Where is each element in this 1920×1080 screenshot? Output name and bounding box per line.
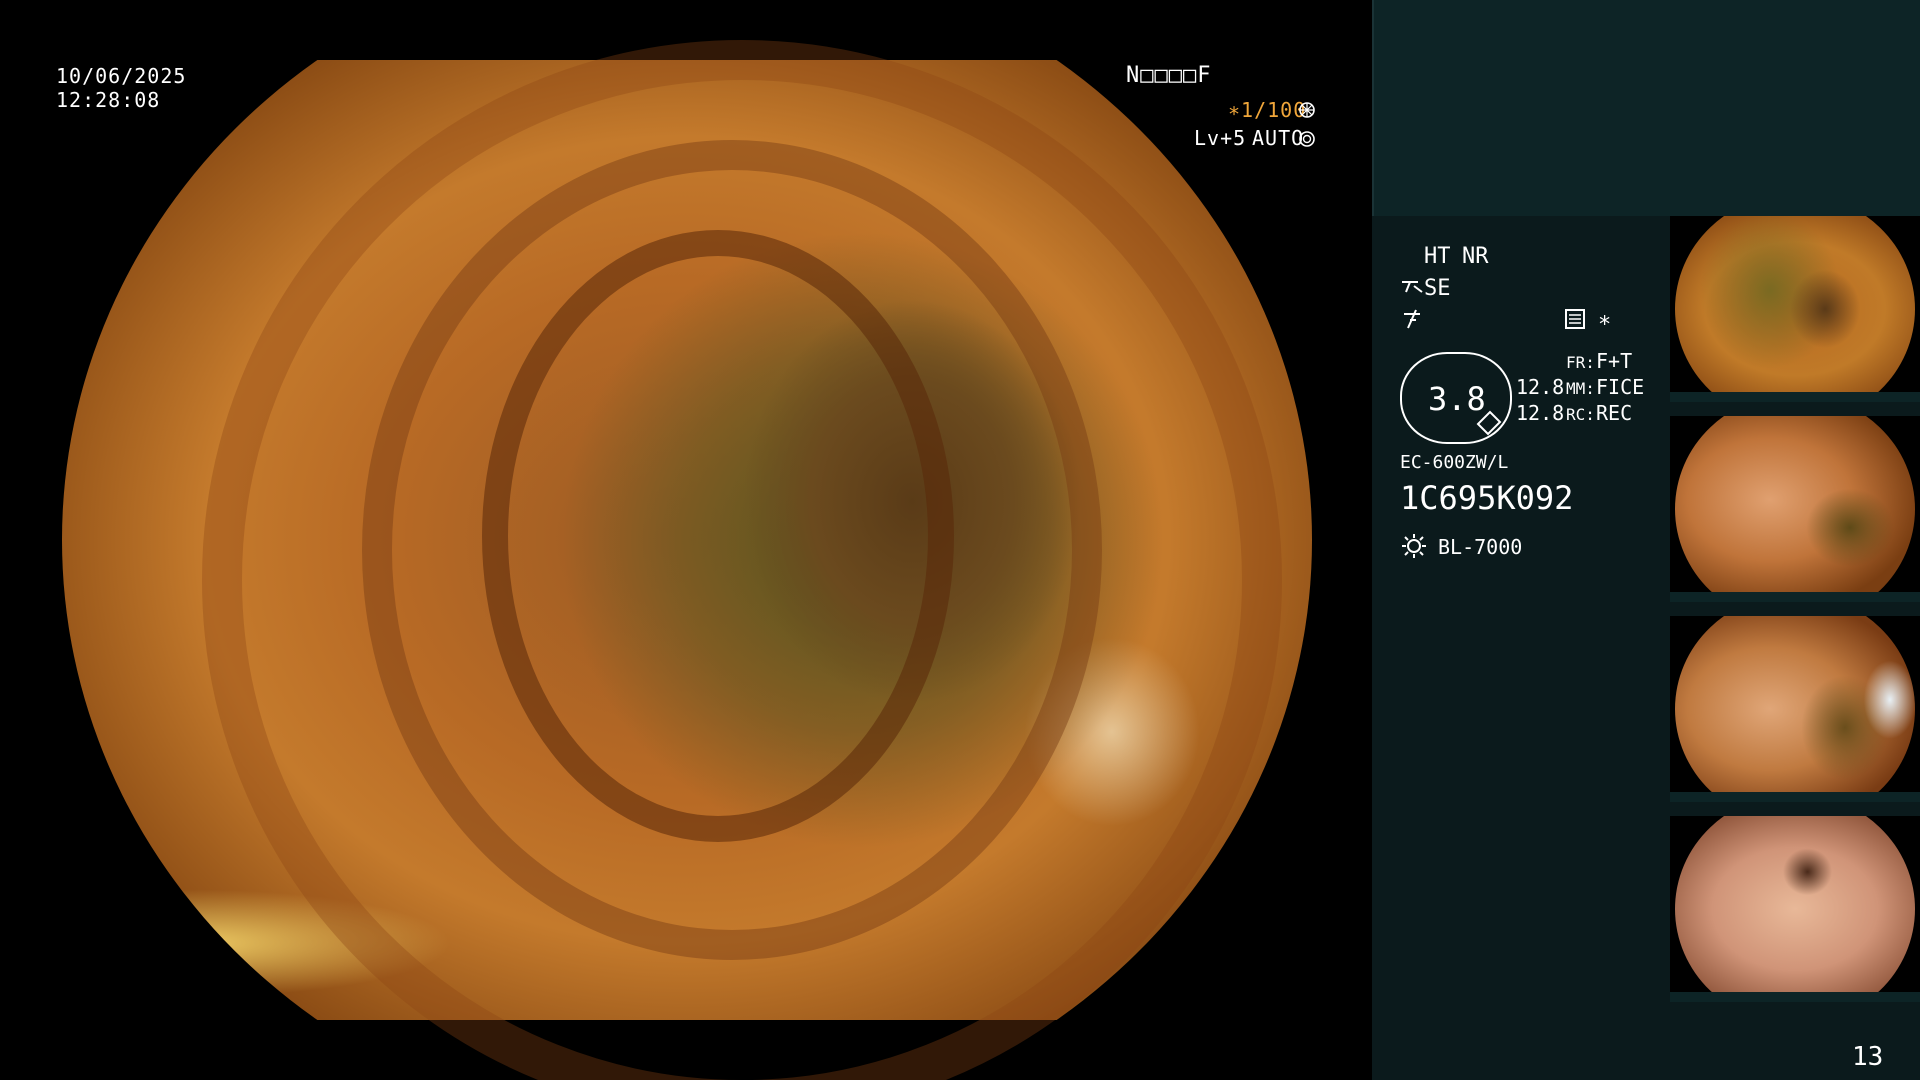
filter-icon [1404, 309, 1420, 329]
capture-thumbnail[interactable] [1670, 816, 1920, 1002]
asterisk-indicator: ∗ [1598, 308, 1612, 333]
thumbnail-bar [1670, 592, 1920, 602]
scope-model: EC-600ZW/L [1400, 452, 1509, 473]
capture-thumbnail[interactable] [1670, 216, 1920, 402]
thumbnail-image [1675, 816, 1915, 1002]
thumbnail-image [1675, 216, 1915, 402]
light-source-icon [1402, 534, 1426, 558]
param-value: REC [1596, 401, 1633, 425]
mucosal-fold [202, 40, 1282, 1080]
panel-header-area [1372, 0, 1920, 216]
thumbnail-image [1675, 616, 1915, 802]
exam-date: 10/06/2025 [56, 64, 187, 88]
scope-serial: 1C695K092 [1400, 479, 1574, 517]
light-source: BL-7000 [1438, 535, 1523, 559]
zoom-badge: 3.8 [1400, 352, 1512, 444]
aperture-icon [1299, 102, 1315, 118]
thumbnail-image [1675, 416, 1915, 602]
ht-indicator: HT [1424, 244, 1451, 269]
structure-enhance-icon [1402, 281, 1423, 293]
nr-indicator: NR [1462, 244, 1489, 269]
endoscopic-image [62, 40, 1312, 1080]
param-key: RC: [1566, 405, 1595, 424]
zoom-lens-icon [1476, 410, 1502, 436]
capture-thumbnail[interactable] [1670, 616, 1920, 802]
frame-number: 13 [1852, 1042, 1884, 1072]
param-number: 12.8 [1516, 401, 1565, 425]
fr-key: FR: [1566, 353, 1595, 372]
brightness-level: Lv+5 [1194, 126, 1247, 150]
shutter-speed: ∗1/100 [1228, 98, 1307, 122]
param-key: MM: [1566, 379, 1595, 398]
patient-id: N□□□□F [1126, 63, 1212, 88]
thumbnail-bar [1670, 792, 1920, 802]
endoscope-view: 10/06/2025 12:28:08 N□□□□F ∗1/100 Lv+5 A… [0, 0, 1372, 1080]
fr-value: F+T [1596, 349, 1633, 373]
capture-thumbnail[interactable] [1670, 416, 1920, 602]
param-value: FICE [1596, 375, 1645, 399]
param-number: 12.8 [1516, 375, 1565, 399]
thumbnail-bar [1670, 392, 1920, 402]
memory-card-icon [1565, 309, 1585, 329]
thumbnail-bar [1670, 992, 1920, 1002]
exposure-mode: AUTO [1252, 126, 1305, 150]
iris-icon [1299, 131, 1315, 147]
se-indicator: SE [1424, 276, 1451, 301]
exam-time: 12:28:08 [56, 88, 161, 112]
